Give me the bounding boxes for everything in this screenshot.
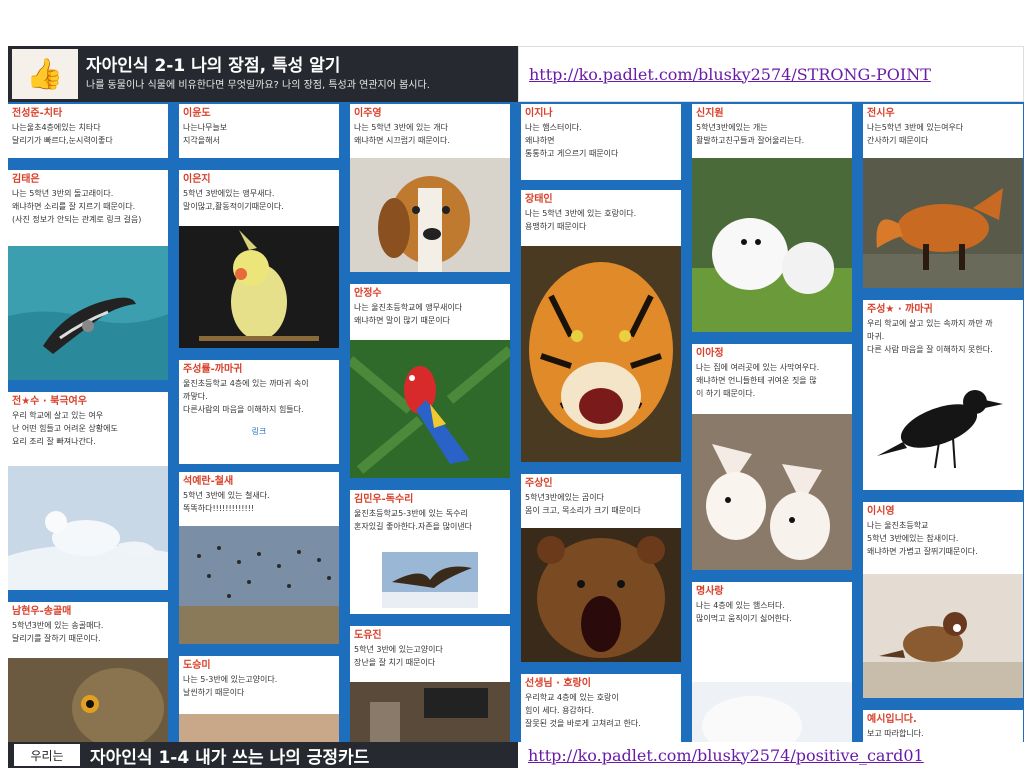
post-card[interactable]: 석예란-철새 5학년 3반에 있는 철새다. 똑똑하다!!!!!!!!!!!!! xyxy=(179,472,339,644)
padlet-link[interactable]: http://ko.padlet.com/blusky2574/STRONG-P… xyxy=(529,65,931,84)
post-card[interactable]: 예시입니다. 보고 따라합니다. xyxy=(863,710,1023,742)
sparrow-image xyxy=(863,574,1023,698)
footer-padlet-link[interactable]: http://ko.padlet.com/blusky2574/positive… xyxy=(528,746,924,765)
post-author: 이은지 xyxy=(183,174,211,185)
crow-image xyxy=(863,372,1023,490)
post-card[interactable]: 신지원 5학년3반에있는 개는 활발하고친구들과 잘어울리는다. xyxy=(692,104,852,332)
post-card[interactable]: 도승미 나는 5-3반에 있는고양이다. 날씬하기 때문이다 xyxy=(179,656,339,742)
post-author: 예시입니다. xyxy=(867,714,917,725)
footer-title-panel: 우리는 자아인식 1-4 내가 쓰는 나의 긍정카드 xyxy=(8,742,518,768)
post-author: 김민우-독수리 xyxy=(354,494,414,505)
post-author: 전시우 xyxy=(867,108,895,119)
post-author: 석예란-철새 xyxy=(183,476,234,487)
post-card[interactable]: 이지나 나는 햄스터이다. 왜냐하면 통통하고 게으르기 때문이다 xyxy=(521,104,681,180)
footer-banner: 우리는 자아인식 1-4 내가 쓰는 나의 긍정카드 http://ko.pad… xyxy=(8,742,1024,768)
post-author: 김태은 xyxy=(12,174,40,185)
post-author: 이지나 xyxy=(525,108,553,119)
eagle-image xyxy=(382,552,478,608)
tiger-image xyxy=(521,246,681,462)
post-link[interactable]: 링크 xyxy=(179,416,339,437)
post-card[interactable]: 주성률-까마귀 울진초등학교 4층에 있는 까마귀 속이 까맣다. 다른사람의 … xyxy=(179,360,339,464)
migratory-birds-image xyxy=(179,526,339,644)
post-card[interactable]: 전성준-치타 나는울초4층에있는 치타다 달리기가 빠르다,눈시력이좋다 xyxy=(8,104,168,158)
cockatiel-image xyxy=(179,226,339,348)
post-author: 전★수 · 북극여우 xyxy=(12,396,87,407)
post-card[interactable]: 이아정 나는 집에 여러곳에 있는 사막여우다. 왜냐하면 언니들한테 귀여운 … xyxy=(692,344,852,570)
post-author: 주상인 xyxy=(525,478,553,489)
post-card[interactable]: 도유진 5학년 3반에 있는고양이다 장난을 잘 치기 때문이다 xyxy=(350,626,510,742)
cat-image xyxy=(179,714,339,742)
post-author: 이아정 xyxy=(696,348,724,359)
post-author: 명사랑 xyxy=(696,586,724,597)
post-card[interactable]: 주성★ · 까마귀 우리 학교에 살고 있는 속까지 까만 까 마귀. 다른 사… xyxy=(863,300,1023,490)
post-card[interactable]: 김태은 나는 5학년 3반의 돌고래이다. 왜냐하면 소리를 잘 지르기 때문이… xyxy=(8,170,168,380)
post-author: 전성준-치타 xyxy=(12,108,63,119)
page-subtitle: 나를 동물이나 식물에 비유한다면 무엇일까요? 나의 장점, 특성과 연관지어… xyxy=(86,80,430,91)
post-author: 남현우-송골매 xyxy=(12,606,72,617)
post-author: 이윤도 xyxy=(183,108,211,119)
falcon-image xyxy=(8,658,168,742)
post-card[interactable]: 선생님 · 호랑이 우리학교 4층에 있는 호랑이 힘이 세다. 용감하다. 잘… xyxy=(521,674,681,742)
post-card[interactable]: 김민우-독수리 울진초등학교5-3반에 있는 독수리 혼자있길 좋아한다.자존을… xyxy=(350,490,510,614)
post-author: 신지원 xyxy=(696,108,724,119)
post-card[interactable]: 남현우-송골매 5학년3반에 있는 송골매다. 달리기를 잘하기 때문이다. xyxy=(8,602,168,742)
white-puppies-image xyxy=(692,158,852,332)
padlet-board[interactable]: 전성준-치타 나는울초4층에있는 치타다 달리기가 빠르다,눈시력이좋다 김태은… xyxy=(8,102,1024,742)
header-url-panel: http://ko.padlet.com/blusky2574/STRONG-P… xyxy=(518,46,1024,102)
browser-top-area xyxy=(0,0,1024,46)
post-author: 이시영 xyxy=(867,506,895,517)
beagle-image xyxy=(350,158,510,272)
post-card[interactable]: 이은지 5학년 3반에있는 앵무새다. 말이많고,활동적이기때문이다. xyxy=(179,170,339,348)
bear-image xyxy=(521,528,681,662)
post-card[interactable]: 이주영 나는 5학년 3반에 있는 개다 왜냐하면 시끄럽기 때문이다. xyxy=(350,104,510,272)
post-author: 이주영 xyxy=(354,108,382,119)
post-author: 도승미 xyxy=(183,660,211,671)
room-image xyxy=(350,682,510,742)
header-title-panel: 👍 자아인식 2-1 나의 장점, 특성 알기 나를 동물이나 식물에 비유한다… xyxy=(8,46,518,102)
page-title: 자아인식 2-1 나의 장점, 특성 알기 xyxy=(86,56,341,76)
red-fox-image xyxy=(863,158,1023,288)
post-card[interactable]: 전시우 나는5학년 3반에 있는여우다 간사하기 때문이다 xyxy=(863,104,1023,288)
post-card[interactable]: 안정수 나는 울진초등학교에 앵무새이다 왜냐하면 말이 많기 때문이다 xyxy=(350,284,510,478)
post-author: 도유진 xyxy=(354,630,382,641)
dolphin-image xyxy=(8,246,168,380)
header-banner: 👍 자아인식 2-1 나의 장점, 특성 알기 나를 동물이나 식물에 비유한다… xyxy=(8,46,1024,102)
footer-url-panel: http://ko.padlet.com/blusky2574/positive… xyxy=(518,742,1024,768)
post-author: 주성★ · 까마귀 xyxy=(867,304,933,315)
thumbs-up-icon: 👍 xyxy=(12,49,78,99)
post-author: 선생님 · 호랑이 xyxy=(525,678,591,689)
footer-title: 자아인식 1-4 내가 쓰는 나의 긍정카드 xyxy=(90,747,370,768)
fennec-fox-image xyxy=(692,414,852,570)
post-author: 주성률-까마귀 xyxy=(183,364,243,375)
post-author: 장태인 xyxy=(525,194,553,205)
arctic-fox-image xyxy=(8,466,168,590)
post-author: 안정수 xyxy=(354,288,382,299)
post-card[interactable]: 명사랑 나는 4층에 있는 햄스터다. 많이먹고 움직이기 싫어한다. xyxy=(692,582,852,742)
post-card[interactable]: 이시영 나는 울진초등학교 5학년 3반에있는 참새이다. 왜냐하면 가볍고 잘… xyxy=(863,502,1023,698)
post-card[interactable]: 장태인 나는 5학년 3반에 있는 호랑이다. 용맹하기 때문이다 xyxy=(521,190,681,462)
hamster-image xyxy=(692,682,852,742)
post-card[interactable]: 주상인 5학년3반에있는 곰이다 몸이 크고, 목소리가 크기 때문이다 xyxy=(521,474,681,662)
footer-logo: 우리는 xyxy=(14,744,80,766)
post-card[interactable]: 전★수 · 북극여우 우리 학교에 살고 있는 여우 난 어떤 힘들고 어려운 … xyxy=(8,392,168,590)
post-card[interactable]: 이윤도 나는나무늘보 지각을해서 xyxy=(179,104,339,158)
macaw-image xyxy=(350,340,510,478)
